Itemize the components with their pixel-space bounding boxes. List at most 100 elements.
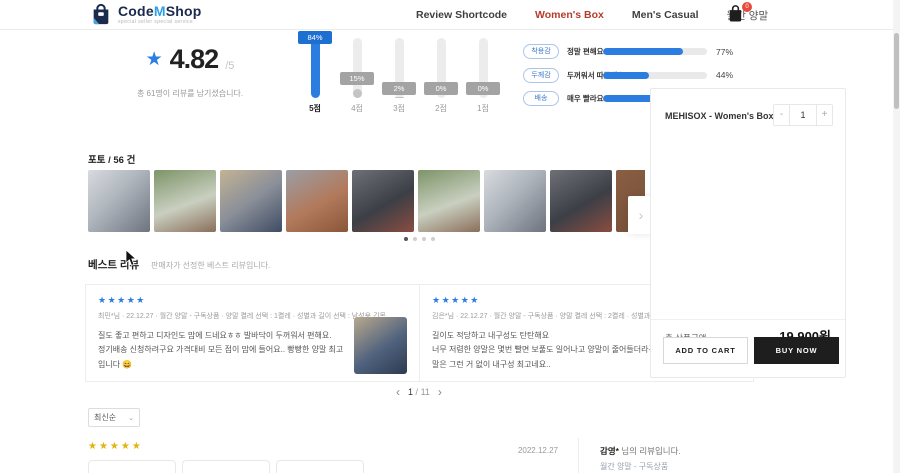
average-rating: 4.82 [170, 44, 219, 75]
cart-button[interactable]: 0 [727, 5, 747, 25]
rating-bar-label: 1점 [462, 103, 504, 114]
page: CodeMShop special seller special service… [0, 0, 900, 473]
rating-bar-column: 15%4점 [336, 30, 378, 115]
pagination-prev-button[interactable]: ‹ [396, 386, 400, 398]
add-to-cart-button[interactable]: ADD TO CART [663, 337, 748, 364]
logo[interactable]: CodeMShop special seller special service [90, 3, 201, 26]
attribute-text: 매우 빨라요. [567, 93, 606, 104]
carousel-dot[interactable] [422, 237, 426, 241]
scrollbar-thumb[interactable] [894, 33, 899, 109]
sort-value: 최신순 [94, 412, 116, 423]
rating-bar-column: 0% 1점 [462, 30, 504, 115]
chevron-right-icon: › [639, 207, 644, 223]
rating-summary: ★ 4.82 /5 총 61명이 리뷰를 남기셨습니다. [110, 44, 270, 99]
photo-section-title: 포토 / 56 건 [88, 152, 135, 166]
rating-bar-column: 0%2점 [420, 30, 462, 115]
product-name: MEHISOX - Women's Box [665, 111, 774, 121]
rating-bar-column: 84% 5점 [294, 30, 336, 115]
quantity-plus-button[interactable]: + [817, 105, 832, 125]
attribute-progress-bar [603, 48, 707, 55]
review-attribute-box [88, 460, 176, 473]
rating-out-of: /5 [225, 60, 234, 72]
rating-bar-label: 3점 [378, 103, 420, 114]
review-product-link[interactable]: 월간 양말 - 구독상품 [600, 461, 668, 472]
rating-bar-badge: 0% [466, 82, 500, 95]
cart-count-badge: 0 [742, 2, 752, 12]
attribute-progress-bar [603, 72, 707, 79]
attribute-row: 착용감 정말 편해요. 77% [523, 40, 795, 64]
photo-thumbnail[interactable] [154, 170, 216, 232]
carousel-dot[interactable] [413, 237, 417, 241]
shop-bag-logo-icon [90, 3, 112, 26]
photo-thumbnail[interactable] [418, 170, 480, 232]
review-date: 2022.12.27 [478, 446, 558, 455]
logo-shop: Shop [166, 3, 202, 19]
rating-distribution-chart: 84%5점15%4점2%3점0%2점0%1점 [294, 30, 506, 115]
logo-text: CodeMShop special seller special service [118, 4, 201, 25]
attribute-percent: 44% [716, 70, 733, 80]
pagination-next-button[interactable]: › [438, 386, 442, 398]
product-order-panel: MEHISOX - Women's Box - 1 + 총 상품금액 19,90… [650, 88, 846, 378]
review-stars: ★★★★★ [98, 295, 407, 306]
rating-bar-track [353, 38, 362, 98]
photo-carousel [88, 170, 645, 232]
sort-dropdown[interactable]: 최신순 ⌄ [88, 408, 140, 427]
rating-bar-track [311, 38, 320, 98]
review-pagination: ‹ 1 / 11 › [396, 386, 442, 398]
main-nav: Review ShortcodeWomen's BoxMen's Casual월… [416, 0, 768, 30]
rating-bar-badge: 2% [382, 82, 416, 95]
logo-m: M [154, 3, 166, 19]
photo-thumbnail[interactable] [550, 170, 612, 232]
logo-code: Code [118, 3, 154, 19]
pagination-separator: / [416, 387, 419, 397]
star-icon: ★ [146, 48, 163, 71]
review-author-line: 감영* 님의 리뷰입니다. [600, 445, 681, 457]
nav-item[interactable]: Women's Box [535, 9, 604, 21]
rating-bar-column: 2% 3점 [378, 30, 420, 115]
attribute-progress-fill [603, 48, 683, 55]
photo-thumbnail[interactable] [286, 170, 348, 232]
rating-bar-fill [353, 89, 362, 98]
rating-bar-label: 5점 [294, 103, 336, 114]
divider [578, 438, 579, 473]
review-stars: ★★★★★ [88, 441, 143, 452]
rating-bar-badge: 84% [298, 31, 332, 44]
review-text-line: 정기배송 신청하려구요 가격대비 모든 점이 맘에 들어요.. 빵빵한 양말 최… [98, 343, 348, 372]
buy-now-button[interactable]: BUY NOW [754, 337, 839, 364]
review-attribute-box [276, 460, 364, 473]
attribute-badge: 배송 [523, 91, 559, 106]
attribute-row: 두께감두꺼워서 따뜻해요.44% [523, 64, 795, 88]
review-text: 질도 좋고 편하고 디자인도 맘에 드네요ㅎㅎ 발바닥이 두꺼워서 편해요.정기… [98, 329, 348, 372]
carousel-dot[interactable] [404, 237, 408, 241]
nav-item[interactable]: Review Shortcode [416, 9, 507, 21]
carousel-dot[interactable] [431, 237, 435, 241]
attribute-text: 정말 편해요. [567, 46, 606, 57]
pagination-total: 11 [421, 387, 430, 397]
rating-bar-badge: 0% [424, 82, 458, 95]
quantity-value[interactable]: 1 [789, 105, 817, 125]
quantity-minus-button[interactable]: - [774, 105, 789, 125]
photo-thumbnail[interactable] [352, 170, 414, 232]
attribute-percent: 77% [716, 47, 733, 57]
rating-bar-fill [395, 97, 404, 98]
scrollbar[interactable] [893, 0, 900, 473]
review-photo-thumbnail[interactable] [354, 317, 407, 374]
divider [651, 319, 845, 320]
review-author: 감영* [600, 446, 619, 456]
best-review-card: ★★★★★최민*님 · 22.12.27 · 월간 양말 - 구독상품 · 양말… [85, 284, 420, 382]
review-attribute-boxes [88, 460, 364, 473]
attribute-progress-fill [603, 72, 649, 79]
logo-tagline: special seller special service [118, 20, 201, 25]
review-author-suffix: 님의 리뷰입니다. [619, 446, 681, 456]
rating-bar-badge: 15% [340, 72, 374, 85]
quantity-stepper: - 1 + [773, 104, 833, 126]
photo-thumbnail[interactable] [220, 170, 282, 232]
attribute-badge: 착용감 [523, 44, 559, 59]
best-review-subtitle: 판매자가 선정한 베스트 리뷰입니다. [151, 260, 270, 271]
photo-thumbnail[interactable] [484, 170, 546, 232]
chevron-down-icon: ⌄ [128, 414, 134, 422]
review-count-caption: 총 61명이 리뷰를 남기셨습니다. [110, 88, 270, 99]
nav-item[interactable]: Men's Casual [632, 9, 699, 21]
photo-thumbnail[interactable] [88, 170, 150, 232]
pagination-current: 1 [408, 387, 413, 397]
